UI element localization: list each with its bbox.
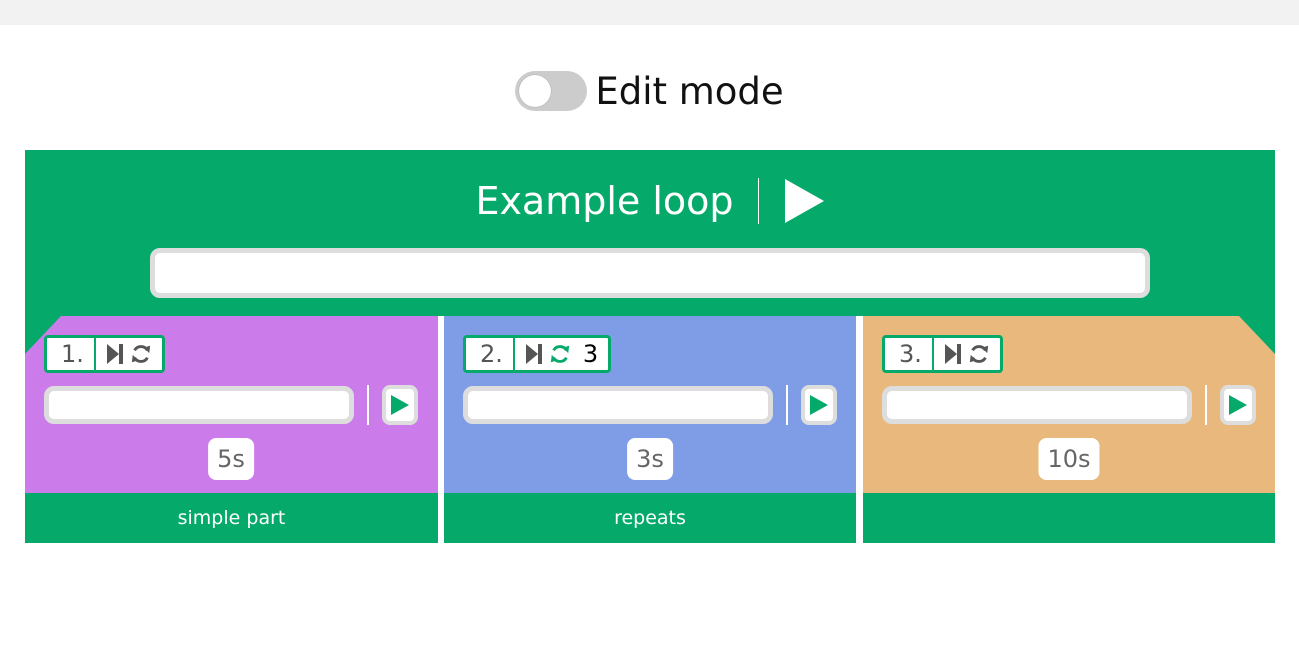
duration-badge: 10s [1038,438,1100,480]
part-divider [1205,385,1207,425]
part-input[interactable] [882,386,1192,424]
part-divider [786,385,788,425]
play-loop-button[interactable] [783,178,825,224]
toggle-knob [519,75,552,107]
loop-corners [25,316,1275,356]
play-icon [391,395,409,415]
part-footer [863,493,1275,543]
edit-mode-toggle[interactable] [515,71,588,111]
duration-badge: 3s [627,438,673,480]
loop-panel: Example loop 1. 5s simple part 2. 3 3s r… [25,150,1275,543]
loop-title: Example loop [475,179,734,223]
play-icon [1229,395,1247,415]
edit-mode-row: Edit mode [0,66,1299,116]
part-input[interactable] [44,386,354,424]
edit-mode-label: Edit mode [595,69,784,113]
play-icon [784,179,824,223]
play-part-button[interactable] [801,385,837,425]
loop-header: Example loop [25,176,1275,226]
part-input[interactable] [463,386,773,424]
part-divider [367,385,369,425]
part-footer: simple part [25,493,438,543]
part-footer: repeats [444,493,856,543]
duration-badge: 5s [208,438,254,480]
play-part-button[interactable] [382,385,418,425]
play-icon [810,395,828,415]
top-bar [0,0,1299,25]
header-divider [757,178,759,224]
loop-input[interactable] [150,248,1150,298]
play-part-button[interactable] [1220,385,1256,425]
